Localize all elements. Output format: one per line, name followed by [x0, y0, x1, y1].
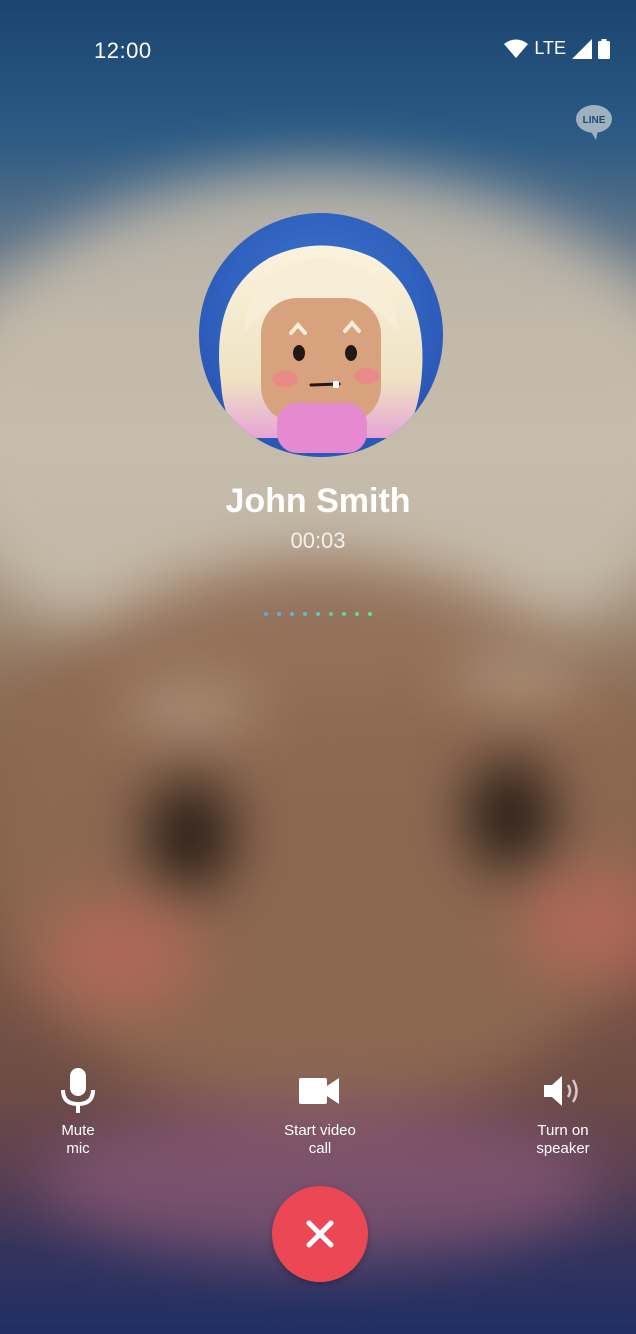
start-video-call-button[interactable]: Start video call: [250, 1066, 390, 1158]
indicator-dot: [303, 612, 307, 616]
video-label-line2: call: [308, 1140, 332, 1157]
video-camera-icon: [299, 1078, 339, 1104]
system-icons: LTE: [504, 38, 610, 59]
contact-avatar: [199, 213, 443, 457]
status-bar: 12:00 LTE: [0, 28, 636, 72]
speaker-icon: [544, 1076, 578, 1106]
signal-icon: [572, 38, 592, 59]
avatar-character-image: [219, 245, 423, 453]
mute-label-line2: mic: [66, 1140, 90, 1157]
mute-mic-button[interactable]: Mute mic: [8, 1066, 148, 1158]
call-duration: 00:03: [290, 528, 346, 553]
turn-on-speaker-button[interactable]: Turn on speaker: [493, 1066, 633, 1158]
indicator-dot: [277, 612, 281, 616]
video-label-line1: Start video: [284, 1122, 356, 1139]
indicator-dot: [355, 612, 359, 616]
speaker-label-line1: Turn on: [537, 1122, 589, 1139]
close-icon: [306, 1220, 334, 1248]
battery-icon: [598, 38, 610, 59]
indicator-dot: [316, 612, 320, 616]
line-logo-icon: LINE: [576, 105, 612, 140]
contact-name: John Smith: [225, 482, 411, 520]
line-logo-text: LINE: [583, 115, 606, 126]
end-call-button[interactable]: [272, 1186, 368, 1282]
speaker-label-line2: speaker: [536, 1140, 590, 1157]
indicator-dot: [264, 612, 268, 616]
indicator-dot: [290, 612, 294, 616]
status-time: 12:00: [94, 38, 152, 63]
wifi-icon: [504, 39, 529, 58]
indicator-dot: [368, 612, 372, 616]
connection-indicator: [264, 612, 372, 616]
network-type: LTE: [534, 38, 566, 58]
indicator-dot: [329, 612, 333, 616]
indicator-dot: [342, 612, 346, 616]
mute-label-line1: Mute: [61, 1122, 95, 1139]
microphone-icon: [61, 1068, 95, 1113]
